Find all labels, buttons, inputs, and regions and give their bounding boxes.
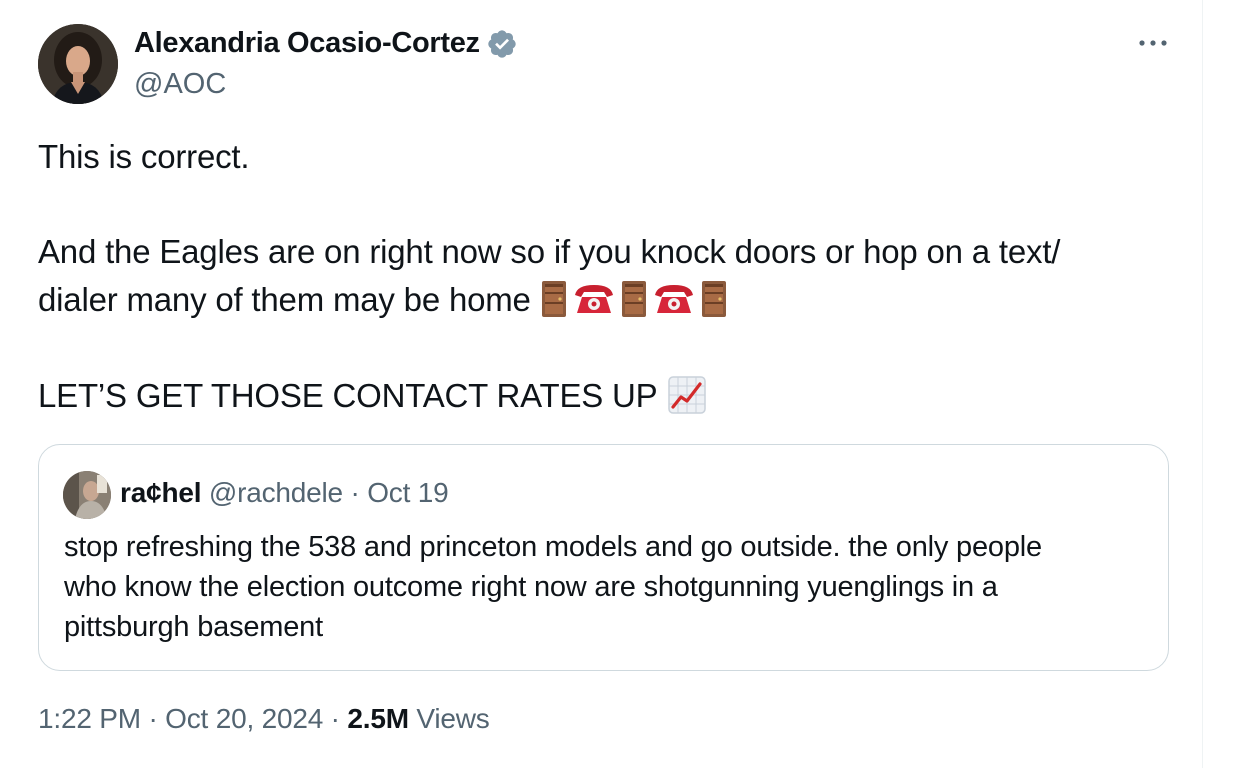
quote-author-avatar[interactable] xyxy=(63,471,111,519)
door-icon xyxy=(701,281,726,318)
telephone-icon xyxy=(574,285,613,314)
author-name-text[interactable]: Alexandria Ocasio-Cortez xyxy=(134,27,480,60)
telephone-icon xyxy=(654,285,693,314)
tweet-text-line: dialer many of them may be home xyxy=(38,281,531,318)
quote-text-line: stop refreshing the 538 and princeton mo… xyxy=(64,531,1042,563)
more-options-button[interactable] xyxy=(1131,26,1175,60)
quote-text: stop refreshing the 538 and princeton mo… xyxy=(64,527,1154,647)
chart-increasing-icon xyxy=(667,376,706,415)
author-avatar[interactable] xyxy=(38,24,118,104)
tweet-text-line-with-emoji: LET’S GET THOSE CONTACT RATES UP xyxy=(38,372,1178,420)
more-icon xyxy=(1139,40,1167,46)
views-label: Views xyxy=(408,703,490,734)
verified-badge-icon[interactable] xyxy=(486,28,518,60)
author-name[interactable]: Alexandria Ocasio-Cortez xyxy=(134,27,518,60)
column-divider xyxy=(1202,0,1203,768)
quoted-tweet-card[interactable]: ra¢hel @rachdele · Oct 19 stop refreshin… xyxy=(38,444,1169,671)
author-handle[interactable]: @AOC xyxy=(134,68,226,101)
tweet-text-line: And the Eagles are on right now so if yo… xyxy=(38,233,1061,270)
tweet-footer: 1:22 PM · Oct 20, 2024 · 2.5M Views xyxy=(38,703,490,735)
quote-text-line: who know the election outcome right now … xyxy=(64,571,998,603)
quote-author-name[interactable]: ra¢hel xyxy=(120,477,201,508)
tweet: Alexandria Ocasio-Cortez @AOC This is co… xyxy=(0,0,1233,768)
quote-author-meta[interactable]: @rachdele · Oct 19 xyxy=(209,477,449,508)
tweet-text-line: LET’S GET THOSE CONTACT RATES UP xyxy=(38,377,658,414)
tweet-text-line: This is correct. xyxy=(38,138,250,175)
tweet-text-line-with-emoji: dialer many of them may be home xyxy=(38,276,1178,324)
emoji-sequence xyxy=(541,280,727,318)
door-icon xyxy=(541,281,566,318)
views-count[interactable]: 2.5M xyxy=(347,703,409,734)
quote-text-line: pittsburgh basement xyxy=(64,611,323,643)
timestamp[interactable]: 1:22 PM · Oct 20, 2024 · xyxy=(38,703,347,734)
quote-header: ra¢hel @rachdele · Oct 19 xyxy=(120,477,449,509)
door-icon xyxy=(621,281,646,318)
